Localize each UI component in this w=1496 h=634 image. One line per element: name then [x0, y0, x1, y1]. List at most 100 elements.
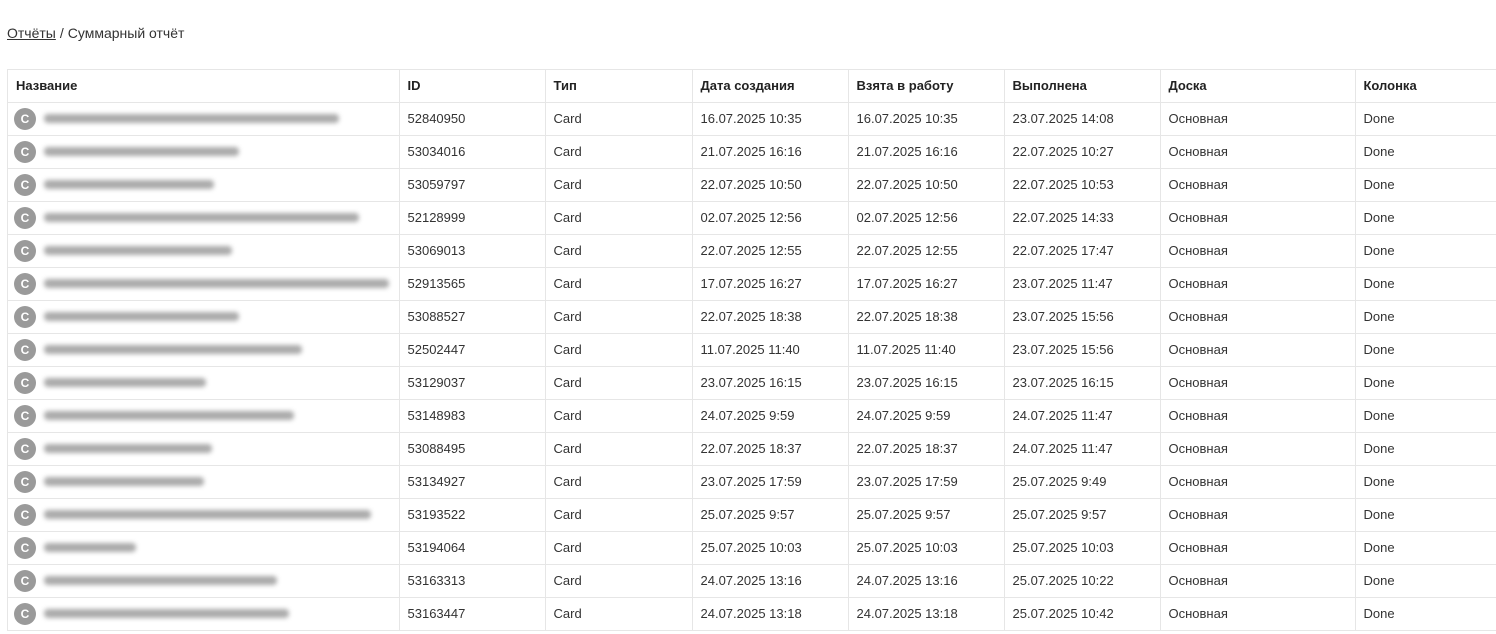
card-type-avatar: C	[14, 305, 36, 328]
cell-taken: 23.07.2025 16:15	[848, 366, 1005, 400]
table-row[interactable]: C 53148983 Card 24.07.2025 9:59 24.07.2025 9…	[8, 399, 1496, 433]
cell-type: Card	[545, 168, 693, 202]
card-title[interactable]: C	[14, 173, 391, 196]
table-row[interactable]: C 52913565 Card 17.07.2025 16:27 17.07.2025 …	[8, 267, 1496, 301]
cell-taken: 22.07.2025 18:38	[848, 300, 1005, 334]
cell-column: Done	[1355, 333, 1496, 367]
cell-name[interactable]: C	[8, 135, 400, 169]
card-title[interactable]: C	[14, 569, 391, 592]
table-row[interactable]: C 53163447 Card 24.07.2025 13:18 24.07.2025 …	[8, 597, 1496, 631]
cell-name[interactable]: C	[8, 267, 400, 301]
card-title[interactable]: C	[14, 272, 391, 295]
table-row[interactable]: C 53034016 Card 21.07.2025 16:16 21.07.2025 …	[8, 135, 1496, 169]
column-header-id[interactable]: ID	[399, 70, 546, 103]
cell-id: 53193522	[399, 498, 546, 532]
card-title[interactable]: C	[14, 470, 391, 493]
card-title-redacted[interactable]	[44, 147, 239, 156]
table-row[interactable]: C 53088495 Card 22.07.2025 18:37 22.07.2025 …	[8, 432, 1496, 466]
card-title[interactable]: C	[14, 107, 391, 130]
card-title-redacted[interactable]	[44, 543, 136, 552]
cell-id: 52913565	[399, 267, 546, 301]
cell-type: Card	[545, 366, 693, 400]
table-row[interactable]: C 53129037 Card 23.07.2025 16:15 23.07.2025 …	[8, 366, 1496, 400]
card-title-redacted[interactable]	[44, 411, 294, 420]
column-header-created[interactable]: Дата создания	[692, 70, 849, 103]
cell-name[interactable]: C	[8, 234, 400, 268]
cell-name[interactable]: C	[8, 465, 400, 499]
column-header-board[interactable]: Доска	[1160, 70, 1356, 103]
column-header-name[interactable]: Название	[8, 70, 400, 103]
table-row[interactable]: C 52128999 Card 02.07.2025 12:56 02.07.2025 …	[8, 201, 1496, 235]
card-title[interactable]: C	[14, 305, 391, 328]
cell-name[interactable]: C	[8, 432, 400, 466]
cell-name[interactable]: C	[8, 300, 400, 334]
cell-id: 53069013	[399, 234, 546, 268]
card-title-redacted[interactable]	[44, 246, 232, 255]
card-title[interactable]: C	[14, 206, 391, 229]
cell-board: Основная	[1160, 135, 1356, 169]
cell-name[interactable]: C	[8, 168, 400, 202]
table-row[interactable]: C 52840950 Card 16.07.2025 10:35 16.07.2025 …	[8, 102, 1496, 136]
card-title[interactable]: C	[14, 503, 391, 526]
table-row[interactable]: C 53194064 Card 25.07.2025 10:03 25.07.2025 …	[8, 531, 1496, 565]
column-header-column[interactable]: Колонка	[1355, 70, 1496, 103]
cell-name[interactable]: C	[8, 366, 400, 400]
cell-name[interactable]: C	[8, 498, 400, 532]
cell-name[interactable]: C	[8, 399, 400, 433]
cell-taken: 21.07.2025 16:16	[848, 135, 1005, 169]
card-title-redacted[interactable]	[44, 609, 289, 618]
cell-column: Done	[1355, 300, 1496, 334]
cell-name[interactable]: C	[8, 333, 400, 367]
cell-name[interactable]: C	[8, 564, 400, 598]
table-row[interactable]: C 53134927 Card 23.07.2025 17:59 23.07.2025 …	[8, 465, 1496, 499]
cell-type: Card	[545, 333, 693, 367]
card-title[interactable]: C	[14, 536, 391, 559]
card-title-redacted[interactable]	[44, 378, 206, 387]
card-title[interactable]: C	[14, 338, 391, 361]
card-title-redacted[interactable]	[44, 444, 212, 453]
table-row[interactable]: C 53163313 Card 24.07.2025 13:16 24.07.2025 …	[8, 564, 1496, 598]
cell-name[interactable]: C	[8, 201, 400, 235]
card-title-redacted[interactable]	[44, 576, 277, 585]
breadcrumb-link-reports[interactable]: Отчёты	[7, 25, 56, 41]
card-title[interactable]: C	[14, 602, 391, 625]
card-title[interactable]: C	[14, 404, 391, 427]
table-header-row: Название ID Тип Дата создания Взята в ра…	[8, 70, 1496, 103]
card-title-redacted[interactable]	[44, 312, 239, 321]
table-row[interactable]: C 53193522 Card 25.07.2025 9:57 25.07.2025 9…	[8, 498, 1496, 532]
cell-type: Card	[545, 234, 693, 268]
cell-done: 25.07.2025 10:03	[1004, 531, 1161, 565]
cell-name[interactable]: C	[8, 531, 400, 565]
cell-column: Done	[1355, 366, 1496, 400]
cell-taken: 24.07.2025 13:18	[848, 597, 1005, 631]
cell-created: 22.07.2025 12:55	[692, 234, 849, 268]
cell-name[interactable]: C	[8, 102, 400, 136]
table-row[interactable]: C 53059797 Card 22.07.2025 10:50 22.07.2025 …	[8, 168, 1496, 202]
table-row[interactable]: C 53088527 Card 22.07.2025 18:38 22.07.2025 …	[8, 300, 1496, 334]
card-title[interactable]: C	[14, 140, 391, 163]
card-title[interactable]: C	[14, 371, 391, 394]
cell-id: 53059797	[399, 168, 546, 202]
column-header-type[interactable]: Тип	[545, 70, 693, 103]
card-title-redacted[interactable]	[44, 180, 214, 189]
cell-done: 23.07.2025 14:08	[1004, 102, 1161, 136]
table-row[interactable]: C 53069013 Card 22.07.2025 12:55 22.07.2025 …	[8, 234, 1496, 268]
cell-type: Card	[545, 564, 693, 598]
card-title-redacted[interactable]	[44, 279, 389, 288]
cell-name[interactable]: C	[8, 597, 400, 631]
report-table-container: Название ID Тип Дата создания Взята в ра…	[7, 69, 1496, 631]
column-header-done[interactable]: Выполнена	[1004, 70, 1161, 103]
card-title-redacted[interactable]	[44, 510, 371, 519]
card-title-redacted[interactable]	[44, 477, 204, 486]
card-title-redacted[interactable]	[44, 213, 359, 222]
cell-created: 22.07.2025 18:37	[692, 432, 849, 466]
card-title-redacted[interactable]	[44, 114, 339, 123]
card-title-redacted[interactable]	[44, 345, 302, 354]
cell-board: Основная	[1160, 564, 1356, 598]
card-title[interactable]: C	[14, 239, 391, 262]
cell-done: 24.07.2025 11:47	[1004, 399, 1161, 433]
cell-taken: 24.07.2025 13:16	[848, 564, 1005, 598]
column-header-taken[interactable]: Взята в работу	[848, 70, 1005, 103]
card-title[interactable]: C	[14, 437, 391, 460]
table-row[interactable]: C 52502447 Card 11.07.2025 11:40 11.07.2025 …	[8, 333, 1496, 367]
